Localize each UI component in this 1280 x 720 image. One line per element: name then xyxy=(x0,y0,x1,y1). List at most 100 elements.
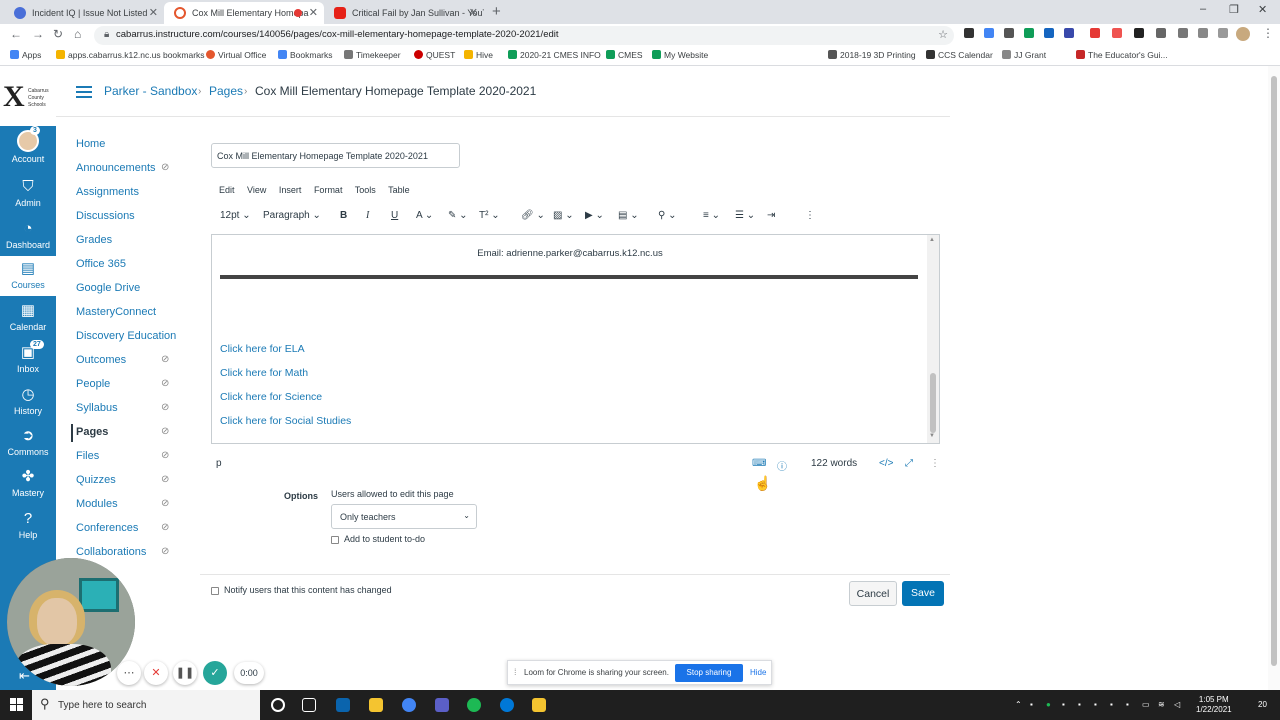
extension-icon[interactable] xyxy=(1112,28,1122,38)
more-options-icon[interactable]: ⋮ xyxy=(805,210,815,221)
bookmark[interactable]: 2020-21 CMES INFO xyxy=(508,50,601,60)
bookmark[interactable]: Hive xyxy=(464,50,493,60)
forward-icon[interactable]: → xyxy=(32,27,44,41)
menu-edit[interactable]: Edit xyxy=(219,185,235,195)
menu-table[interactable]: Table xyxy=(388,185,410,195)
more-options-icon[interactable]: ⋯ xyxy=(117,661,141,685)
course-nav-files[interactable]: Files xyxy=(76,450,99,462)
tray-icon[interactable]: ▪ xyxy=(1062,700,1065,709)
keyboard-icon[interactable]: ⌨ xyxy=(752,458,766,469)
text-color-icon[interactable]: A ⌄ xyxy=(416,210,433,221)
network-icon[interactable]: ▭ xyxy=(1142,700,1150,709)
wifi-icon[interactable]: ≋ xyxy=(1158,700,1165,709)
bookmark[interactable]: Apps xyxy=(10,50,41,60)
spotify-tray-icon[interactable]: ● xyxy=(1046,700,1051,709)
bookmark[interactable]: 2018-19 3D Printing xyxy=(828,50,916,60)
course-nav-office365[interactable]: Office 365 xyxy=(76,258,126,270)
course-nav-modules[interactable]: Modules xyxy=(76,498,118,510)
windows-start-icon[interactable] xyxy=(10,698,23,711)
browser-tab[interactable]: Critical Fail by Jan Sullivan - YouT ✕ xyxy=(324,2,484,24)
task-view-icon[interactable] xyxy=(302,698,316,712)
accessibility-icon[interactable]: ⓘ xyxy=(777,458,787,473)
extension-icon[interactable] xyxy=(984,28,994,38)
underline-icon[interactable]: U xyxy=(391,210,398,221)
school-logo[interactable]: X Cabarrus County Schools xyxy=(0,66,56,126)
bold-icon[interactable]: B xyxy=(340,210,347,221)
close-tab-icon[interactable]: ✕ xyxy=(309,2,318,24)
extension-icon[interactable] xyxy=(1156,28,1166,38)
cortana-icon[interactable] xyxy=(271,698,285,712)
resize-handle-icon[interactable]: ⋮ xyxy=(930,458,940,469)
drag-handle-icon[interactable]: ⁞ xyxy=(514,667,517,677)
bookmark[interactable]: apps.cabarrus.k12.nc.us bookmarks xyxy=(56,50,205,60)
bookmark[interactable]: Virtual Office xyxy=(206,50,266,60)
restore-icon[interactable]: ❐ xyxy=(1229,3,1239,16)
global-nav-calendar[interactable]: ▦ Calendar xyxy=(0,298,56,338)
word-count[interactable]: 122 words xyxy=(811,458,857,469)
teams-icon[interactable] xyxy=(435,698,449,712)
html-editor-icon[interactable]: </> xyxy=(879,458,893,469)
close-window-icon[interactable]: ✕ xyxy=(1258,3,1267,16)
edge-icon[interactable] xyxy=(500,698,514,712)
minimize-icon[interactable]: – xyxy=(1200,3,1206,15)
highlight-icon[interactable]: ✎ ⌄ xyxy=(448,210,468,221)
extension-icon[interactable] xyxy=(1064,28,1074,38)
pause-icon[interactable]: ❚❚ xyxy=(173,661,197,685)
volume-icon[interactable]: ◁ xyxy=(1174,700,1180,709)
course-nav-discovery-education[interactable]: Discovery Education xyxy=(76,330,176,342)
font-size-select[interactable]: 12pt ⌄ xyxy=(220,210,251,221)
global-nav-courses[interactable]: ▤ Courses xyxy=(0,256,56,296)
extension-icon[interactable] xyxy=(1134,28,1144,38)
indent-icon[interactable]: ⇥ xyxy=(767,210,775,221)
course-nav-home[interactable]: Home xyxy=(76,138,105,150)
course-nav-quizzes[interactable]: Quizzes xyxy=(76,474,116,486)
course-nav-assignments[interactable]: Assignments xyxy=(76,186,139,198)
scroll-down-icon[interactable]: ▼ xyxy=(929,433,935,439)
menu-format[interactable]: Format xyxy=(314,185,343,195)
edit-permission-select[interactable]: Only teachers ⌄ xyxy=(331,504,477,529)
bookmark[interactable]: CMES xyxy=(606,50,643,60)
menu-view[interactable]: View xyxy=(247,185,266,195)
hide-button[interactable]: Hide xyxy=(750,668,766,677)
hamburger-menu-icon[interactable] xyxy=(76,86,92,98)
breadcrumb-course[interactable]: Parker - Sandbox xyxy=(104,84,197,98)
apps-plug-icon[interactable]: ⚲ ⌄ xyxy=(658,210,676,221)
bookmark[interactable]: My Website xyxy=(652,50,708,60)
element-path[interactable]: p xyxy=(216,458,222,469)
tray-icon[interactable]: ▪ xyxy=(1094,700,1097,709)
cancel-button[interactable]: Cancel xyxy=(849,581,897,606)
back-icon[interactable]: ← xyxy=(10,27,22,41)
tray-icon[interactable]: ▪ xyxy=(1126,700,1129,709)
outlook-icon[interactable] xyxy=(336,698,350,712)
document-icon[interactable]: ▤ ⌄ xyxy=(618,210,639,221)
bookmark[interactable]: The Educator's Gui... xyxy=(1076,50,1168,60)
file-explorer-icon[interactable] xyxy=(369,698,383,712)
menu-insert[interactable]: Insert xyxy=(279,185,302,195)
notification-count[interactable]: 20 xyxy=(1258,700,1267,709)
student-todo-checkbox[interactable] xyxy=(331,536,339,544)
bookmark[interactable]: Timekeeper xyxy=(344,50,401,60)
global-nav-admin[interactable]: ⛉ Admin xyxy=(0,174,56,214)
spotify-icon[interactable] xyxy=(467,698,481,712)
stop-sharing-button[interactable]: Stop sharing xyxy=(675,664,743,682)
tray-icon[interactable]: ▪ xyxy=(1030,700,1033,709)
block-format-select[interactable]: Paragraph ⌄ xyxy=(263,210,321,221)
link-social-studies[interactable]: Click here for Social Studies xyxy=(220,415,351,427)
tray-chevron-icon[interactable]: ⌃ xyxy=(1015,700,1022,709)
global-nav-history[interactable]: ◷ History xyxy=(0,382,56,422)
tray-icon[interactable]: ▪ xyxy=(1078,700,1081,709)
profile-avatar[interactable] xyxy=(1236,27,1250,41)
course-nav-announcements[interactable]: Announcements xyxy=(76,162,156,174)
link-math[interactable]: Click here for Math xyxy=(220,367,308,379)
course-nav-google-drive[interactable]: Google Drive xyxy=(76,282,140,294)
home-icon[interactable]: ⌂ xyxy=(74,27,81,41)
course-nav-discussions[interactable]: Discussions xyxy=(76,210,135,222)
italic-icon[interactable]: I xyxy=(366,210,369,221)
bookmark[interactable]: QUEST xyxy=(414,50,455,60)
page-title-input[interactable]: Cox Mill Elementary Homepage Template 20… xyxy=(211,143,460,168)
bookmark[interactable]: JJ Grant xyxy=(1002,50,1046,60)
course-nav-syllabus[interactable]: Syllabus xyxy=(76,402,118,414)
global-nav-account[interactable]: 3 Account xyxy=(0,126,56,170)
global-nav-inbox[interactable]: ▣ 27 Inbox xyxy=(0,340,56,380)
close-tab-icon[interactable]: ✕ xyxy=(149,2,158,24)
